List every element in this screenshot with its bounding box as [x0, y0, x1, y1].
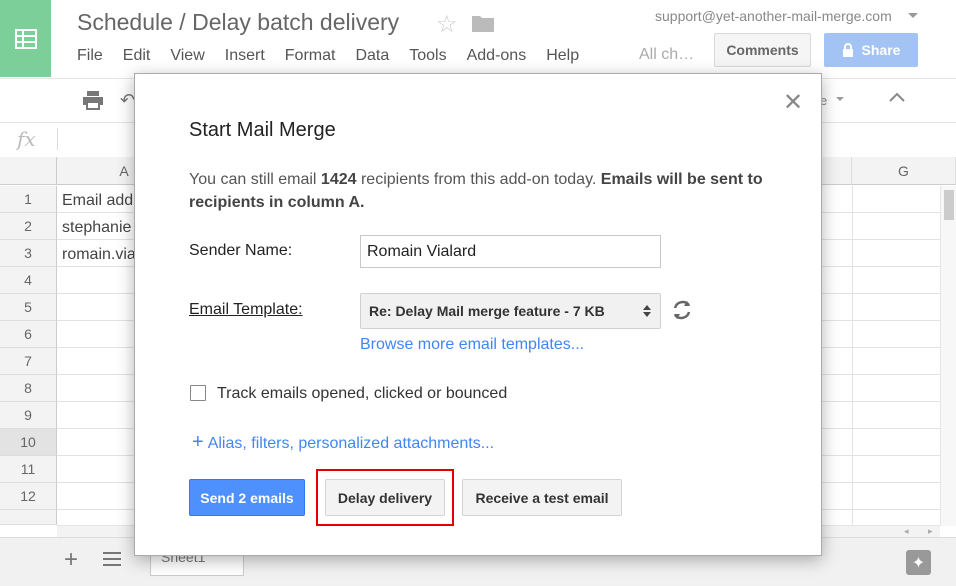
quota-info-text: You can still email 1424 recipients from… [189, 168, 769, 214]
menu-help[interactable]: Help [546, 47, 579, 65]
row-header[interactable]: 6 [0, 321, 57, 348]
menu-edit[interactable]: Edit [123, 47, 151, 65]
info-prefix: You can still email [189, 171, 321, 188]
row-header[interactable] [0, 510, 57, 525]
lock-icon [842, 43, 853, 57]
row-header[interactable]: 1 [0, 186, 57, 213]
info-middle: recipients from this add-on today. [356, 171, 601, 188]
cell-a2[interactable]: stephanie [62, 219, 131, 237]
row-header[interactable]: 12 [0, 483, 57, 510]
vertical-scroll-thumb[interactable] [944, 190, 954, 220]
remaining-quota: 1424 [320, 171, 357, 188]
fx-icon: fx [17, 127, 36, 151]
explore-icon[interactable]: ✦ [906, 550, 931, 575]
menu-add-ons[interactable]: Add-ons [467, 47, 527, 65]
column-header-g[interactable]: G [852, 157, 956, 185]
menu-insert[interactable]: Insert [225, 47, 265, 65]
row-header[interactable]: 10 [0, 429, 57, 456]
share-label: Share [861, 42, 901, 58]
sheets-logo-icon[interactable] [0, 0, 51, 77]
comments-button[interactable]: Comments [714, 33, 811, 67]
advanced-options-label: Alias, filters, personalized attachments… [207, 435, 495, 452]
row-header[interactable]: 9 [0, 402, 57, 429]
send-emails-button[interactable]: Send 2 emails [189, 479, 305, 516]
add-sheet-icon[interactable]: + [64, 546, 78, 574]
menu-view[interactable]: View [170, 47, 204, 65]
menu-bar: File Edit View Insert Format Data Tools … [77, 47, 599, 65]
sender-name-label: Sender Name: [189, 242, 293, 259]
column-divider [852, 186, 853, 525]
menu-data[interactable]: Data [355, 47, 389, 65]
select-arrows-icon [643, 305, 651, 317]
menu-tools[interactable]: Tools [409, 47, 446, 65]
cell-a3[interactable]: romain.via [62, 246, 136, 264]
formula-divider [57, 128, 58, 150]
track-emails-checkbox[interactable] [190, 385, 206, 401]
menu-file[interactable]: File [77, 47, 103, 65]
share-button[interactable]: Share [824, 33, 918, 67]
sender-name-input[interactable] [360, 235, 661, 268]
account-email[interactable]: support@yet-another-mail-merge.com [655, 8, 892, 24]
email-template-label: Email Template: [189, 301, 303, 318]
row-header[interactable]: 11 [0, 456, 57, 483]
undo-icon[interactable]: ↶ [120, 90, 135, 111]
advanced-options-link[interactable]: + Alias, filters, personalized attachment… [192, 431, 494, 454]
cell-a1[interactable]: Email add [62, 192, 133, 210]
highlight-annotation [316, 469, 454, 526]
row-header[interactable]: 5 [0, 294, 57, 321]
folder-icon[interactable] [472, 14, 494, 37]
plus-icon: + [192, 431, 204, 453]
document-title[interactable]: Schedule / Delay batch delivery [77, 9, 399, 36]
row-header[interactable]: 8 [0, 375, 57, 402]
row-header[interactable]: 3 [0, 240, 57, 267]
dialog-title: Start Mail Merge [189, 119, 336, 141]
star-icon[interactable]: ☆ [436, 10, 458, 39]
select-all-corner[interactable] [0, 157, 57, 185]
email-template-select[interactable]: Re: Delay Mail merge feature - 7 KB [360, 293, 661, 329]
scroll-right-icon[interactable]: ▸ [928, 526, 933, 537]
track-emails-label[interactable]: Track emails opened, clicked or bounced [217, 385, 507, 403]
menu-format[interactable]: Format [285, 47, 336, 65]
row-header[interactable]: 7 [0, 348, 57, 375]
close-icon[interactable]: ✕ [783, 91, 803, 115]
refresh-templates-icon[interactable] [668, 296, 696, 329]
test-email-button[interactable]: Receive a test email [462, 479, 622, 516]
row-header[interactable]: 2 [0, 213, 57, 240]
account-caret-icon[interactable] [908, 13, 918, 18]
browse-templates-link[interactable]: Browse more email templates... [360, 336, 584, 354]
toolbar-caret-icon[interactable] [836, 97, 844, 101]
collapse-toolbar-icon[interactable] [888, 90, 906, 108]
sheet-list-icon[interactable] [103, 552, 121, 571]
template-selected-value: Re: Delay Mail merge feature - 7 KB [369, 303, 605, 319]
save-status[interactable]: All ch… [639, 46, 694, 64]
print-icon[interactable] [82, 90, 104, 115]
row-header[interactable]: 4 [0, 267, 57, 294]
vertical-scrollbar[interactable] [940, 186, 956, 526]
scroll-left-icon[interactable]: ◂ [904, 526, 909, 537]
